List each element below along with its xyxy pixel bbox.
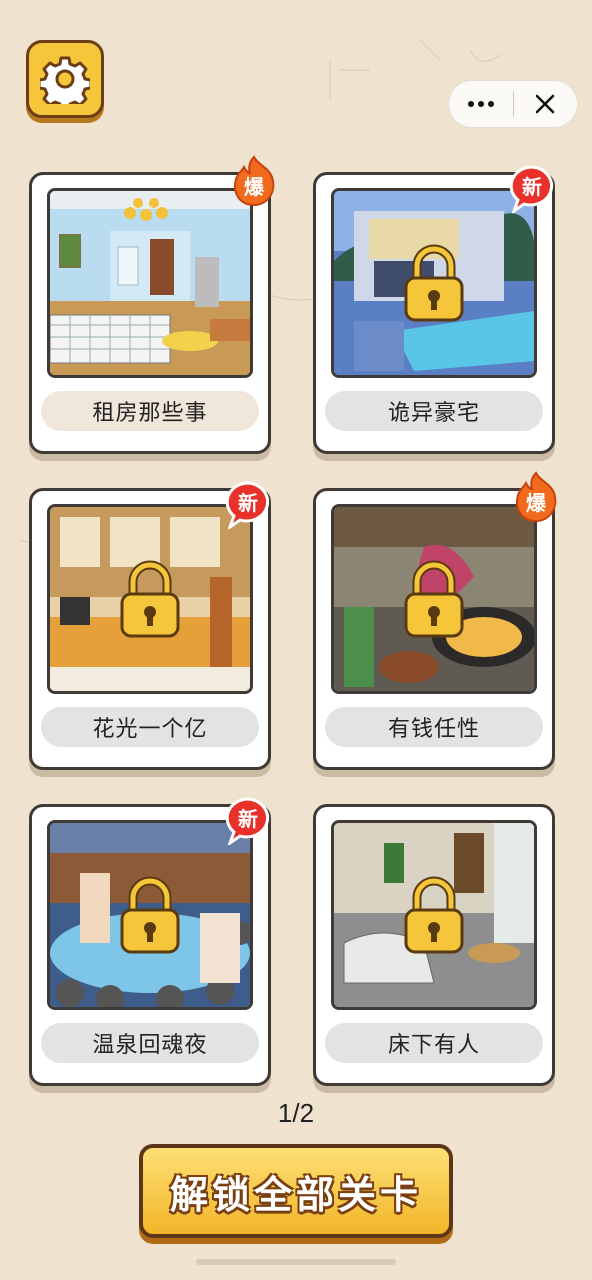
level-title: 租房那些事 xyxy=(41,391,259,431)
level-title: 诡异豪宅 xyxy=(325,391,543,431)
gear-icon xyxy=(40,56,90,104)
level-title: 温泉回魂夜 xyxy=(41,1023,259,1063)
level-scene-image xyxy=(331,188,537,378)
level-card-6[interactable]: 床下有人 xyxy=(313,804,555,1086)
badge-label: 爆 xyxy=(526,490,546,515)
close-icon xyxy=(536,94,555,114)
lock-icon xyxy=(404,876,464,954)
more-button[interactable] xyxy=(449,81,513,127)
home-indicator xyxy=(196,1259,396,1265)
page-indicator: 1/2 xyxy=(277,1098,315,1128)
badge-label: 爆 xyxy=(244,174,264,199)
level-scene-image xyxy=(47,820,253,1010)
level-title: 花光一个亿 xyxy=(41,707,259,747)
new-badge: 新 xyxy=(508,165,556,215)
new-badge: 新 xyxy=(224,481,272,531)
new-badge: 新 xyxy=(224,797,272,847)
level-title: 有钱任性 xyxy=(325,707,543,747)
lock-icon xyxy=(120,560,180,638)
level-scene-image xyxy=(47,504,253,694)
settings-button[interactable] xyxy=(26,40,104,118)
level-scene-image xyxy=(47,188,253,378)
level-card-1[interactable]: 租房那些事 爆 xyxy=(29,155,275,454)
badge-label: 新 xyxy=(522,174,542,199)
badge-label: 新 xyxy=(238,806,258,831)
lock-icon xyxy=(404,244,464,322)
lock-icon xyxy=(120,876,180,954)
hot-badge: 爆 xyxy=(230,155,278,207)
level-scene-image xyxy=(331,820,537,1010)
badge-label: 新 xyxy=(238,490,258,515)
level-scene-image xyxy=(331,504,537,694)
more-dots-icon xyxy=(467,101,494,107)
hot-badge: 爆 xyxy=(512,471,560,523)
lock-icon xyxy=(404,560,464,638)
level-title: 床下有人 xyxy=(325,1023,543,1063)
mini-program-capsule xyxy=(448,80,578,128)
level-card-3[interactable]: 花光一个亿 新 xyxy=(29,481,271,770)
level-card-2[interactable]: 诡异豪宅 新 xyxy=(313,165,555,454)
unlock-all-levels-button[interactable]: 解锁全部关卡 xyxy=(139,1144,453,1238)
level-card-5[interactable]: 温泉回魂夜 新 xyxy=(29,797,271,1086)
close-button[interactable] xyxy=(514,81,578,127)
level-card-4[interactable]: 有钱任性 爆 xyxy=(313,471,557,770)
